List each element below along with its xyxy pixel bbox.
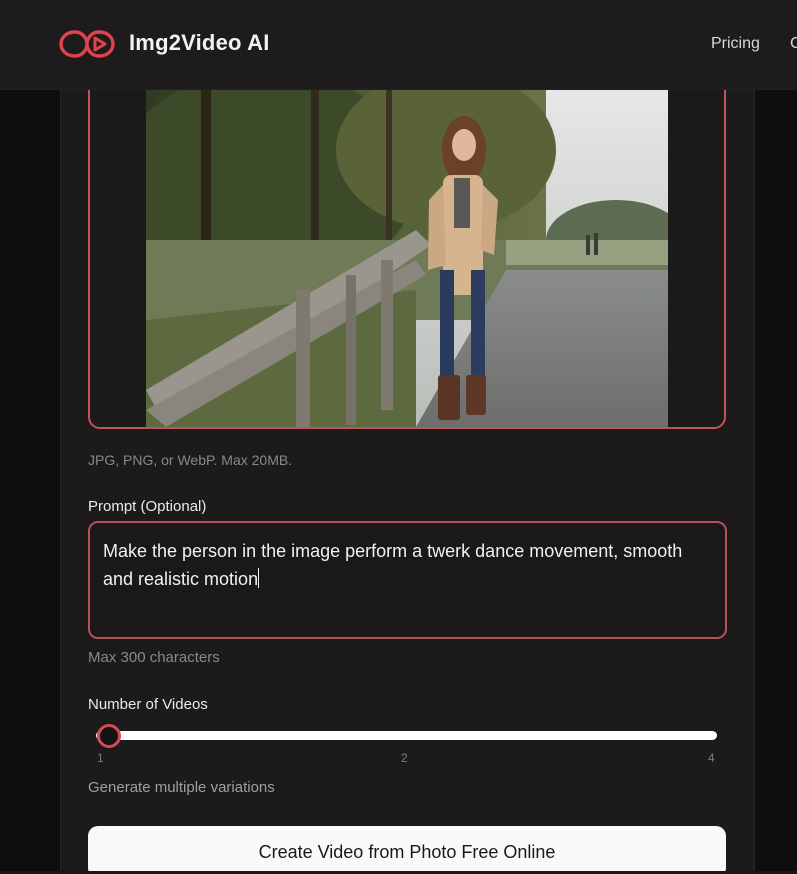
prompt-textarea[interactable]: Make the person in the image perform a t…: [88, 521, 727, 639]
slider-tick-4: 4: [708, 751, 715, 765]
videos-slider-track[interactable]: [96, 731, 717, 740]
number-of-videos-label: Number of Videos: [88, 696, 208, 713]
nav-link-cutoff[interactable]: C: [790, 35, 797, 53]
brand-name[interactable]: Img2Video AI: [129, 30, 270, 56]
slider-tick-2: 2: [401, 751, 408, 765]
nav-pricing-link[interactable]: Pricing: [711, 35, 760, 53]
variations-hint: Generate multiple variations: [88, 779, 275, 796]
create-video-button[interactable]: Create Video from Photo Free Online: [88, 826, 726, 874]
infinity-play-icon[interactable]: [58, 27, 116, 61]
upload-hint: JPG, PNG, or WebP. Max 20MB.: [88, 452, 293, 468]
page: Img2Video AI Pricing C JPG, PNG, or WebP…: [0, 0, 797, 874]
prompt-label: Prompt (Optional): [88, 498, 207, 515]
prompt-char-limit: Max 300 characters: [88, 649, 220, 666]
text-caret: [258, 568, 260, 588]
videos-slider-thumb[interactable]: [97, 724, 121, 748]
uploaded-photo: [146, 90, 668, 427]
slider-tick-1: 1: [97, 751, 104, 765]
site-header: Img2Video AI Pricing C: [0, 0, 797, 90]
prompt-value: Make the person in the image perform a t…: [103, 541, 683, 589]
